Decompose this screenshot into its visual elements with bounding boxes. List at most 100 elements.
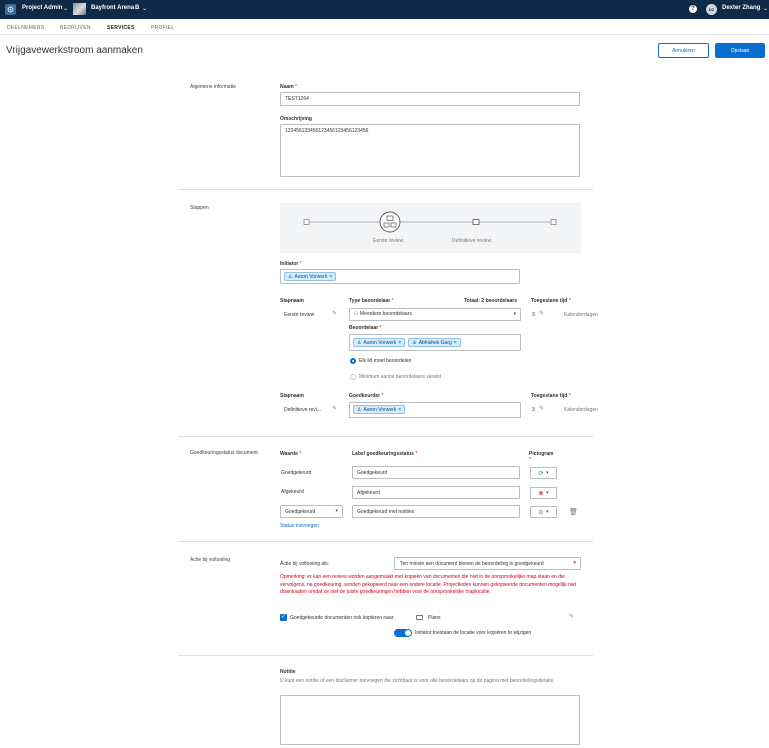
folder-icon [416,615,423,620]
project-name[interactable]: Bayfront Arena [91,5,134,11]
user-menu-chevron-icon[interactable]: ⌄ [763,5,768,12]
flow-step-2-label: Definitieve review [452,238,492,244]
approver-chip[interactable]: ♙ Aaron Vorwerk × [353,405,406,414]
help-icon[interactable]: ? [689,5,697,13]
remove-icon[interactable]: × [329,274,332,280]
project-thumbnail [73,3,86,15]
user-icon: ♙ [412,339,417,346]
reviewer-field[interactable]: ♙ Aaron Vorwerk × ♙ Abhishek Garg × [349,334,521,351]
divider [178,655,593,656]
copy-label: Goedgekeurde documenten ook kopiëren naa… [290,615,395,621]
chevron-down-icon: ▾ [546,509,549,515]
remove-icon[interactable]: × [398,407,401,413]
status-row-3-label-field[interactable]: Goedgekeurd met notities [352,505,520,518]
radio-each-member[interactable] [350,358,356,364]
status-icon-label: Pictogram * [529,451,554,463]
remove-icon[interactable]: × [398,340,401,346]
step2-time-value[interactable]: 3 [532,407,535,413]
user-name[interactable]: Dexter Zhang [722,5,760,11]
chevron-down-icon: ▾ [546,490,549,496]
chevron-down-icon: ▾ [335,508,338,514]
action-when-select[interactable]: Ten minste een document binnen de beoord… [394,557,581,570]
remove-icon[interactable]: × [454,340,457,346]
step1-time-value[interactable]: 3 [532,312,535,318]
flow-step-1-label: Eerste review [373,238,404,244]
status-row-2-value: Afgekeurd [281,489,304,495]
edit-pencil-icon[interactable]: ✎ [539,405,544,412]
group-icon: ⚇ [354,311,359,317]
workflow-diagram: Eerste review Definitieve review [280,203,581,253]
action-when-label: Actie bij voltooiing als: [280,561,330,567]
chevron-down-icon: ▾ [513,311,516,317]
page-title: Vrijgavewerkstroom aanmaken [6,45,143,56]
approved-notes-icon: ⊙ [538,509,544,516]
name-field[interactable]: TEST1264 [280,92,580,106]
edit-pencil-icon[interactable]: ✎ [332,405,337,412]
toggle-knob [405,630,411,636]
initiator-label: Initiator * [280,261,302,267]
app-name[interactable]: Project Admin [22,5,62,11]
step1-time-unit: Kalenderdagen [564,312,598,318]
save-button[interactable]: Opslaan [715,43,765,58]
edit-pencil-icon[interactable]: ✎ [569,613,574,620]
radio-minimum-reviewers[interactable] [350,374,356,380]
copy-warning-text: Opmerking: er kan een review worden aang… [280,574,577,595]
chevron-down-icon: ▾ [573,560,576,566]
top-bar: Project Admin ⌄ Bayfront Arena B ⌄ ? DZ … [0,0,769,19]
step1-type-select[interactable]: ⚇ Meerdere beoordelaars ▾ [349,308,521,321]
step1-stepname-value: Eerste review [284,312,315,318]
section-label-action: Actie bij voltooiing [190,557,231,563]
notes-label: Notitie [280,669,296,675]
notes-help-text: U kunt een notitie of een disclaimer toe… [280,678,555,684]
status-row-3-value-select[interactable]: Goedgekeurd ▾ [280,505,343,518]
edit-pencil-icon[interactable]: ✎ [539,310,544,317]
section-label-steps: Stappen [190,205,209,211]
app-menu-chevron-icon[interactable]: ⌄ [63,5,68,12]
status-row-2-label-field[interactable]: Afgekeurd [352,486,520,499]
approved-check-icon: ⟳ [538,470,544,477]
avatar[interactable]: DZ [706,4,717,15]
project-suffix: B [135,5,140,11]
name-label: Naam * [280,84,297,90]
reviewer-label: Beoordelaar * [349,325,382,331]
user-icon: ♙ [357,406,362,413]
user-icon: ♙ [288,273,293,280]
tab-deelnemers[interactable]: DEELNEMERS [7,25,44,31]
allow-change-toggle[interactable] [394,629,412,637]
divider [178,436,593,437]
step2-stepname-label: Stapnaam [280,393,304,399]
delete-trash-icon[interactable]: 🗑 [569,508,578,516]
step1-type-label: Type beoordelaar * [349,298,394,304]
status-row-3-icon-select[interactable]: ⊙ ▾ [530,506,557,518]
add-status-link[interactable]: Status toevoegen [280,523,319,529]
chevron-down-icon: ▾ [546,470,549,476]
cancel-button[interactable]: Annuleren [658,43,709,58]
nav-tabs: DEELNEMERS BEDRIJVEN SERVICES PROFIEL [0,19,769,35]
user-icon: ♙ [357,339,362,346]
approver-label: Goedkeurder * [349,393,384,399]
step1-time-label: Toegestane tijd * [531,298,571,304]
tab-profiel[interactable]: PROFIEL [151,25,175,31]
status-row-1-label-field[interactable]: Goedgekeurd [352,466,520,479]
tab-services[interactable]: SERVICES [107,25,135,31]
status-row-2-icon-select[interactable]: ⊗ ▾ [530,487,557,499]
copy-checkbox[interactable]: ✓ [280,614,287,621]
edit-pencil-icon[interactable]: ✎ [332,310,337,317]
reviewer-chip[interactable]: ♙ Aaron Vorwerk × [353,338,406,347]
app-logo-icon[interactable] [5,4,16,15]
radio-each-member-label: Elk lid moet beoordelen [359,358,412,364]
step2-time-unit: Kalenderdagen [564,407,598,413]
section-label-status: Goedkeuringsstatus document [190,450,258,456]
reviewer-chip[interactable]: ♙ Abhishek Garg × [408,338,461,347]
tab-bedrijven[interactable]: BEDRIJVEN [60,25,91,31]
step1-stepname-label: Stapnaam [280,298,304,304]
status-value-label: Waarde * [280,451,302,457]
project-menu-chevron-icon[interactable]: ⌄ [142,5,147,12]
initiator-chip[interactable]: ♙ Aaron Vorwerk × [284,272,337,281]
status-row-1-icon-select[interactable]: ⟳ ▾ [530,467,557,479]
rejected-x-icon: ⊗ [538,490,544,497]
approver-field[interactable]: ♙ Aaron Vorwerk × [349,402,521,418]
initiator-field[interactable]: ♙ Aaron Vorwerk × [280,269,520,284]
notes-field[interactable] [280,695,580,745]
description-field[interactable]: 123456123456123456123456123456 [280,124,580,177]
